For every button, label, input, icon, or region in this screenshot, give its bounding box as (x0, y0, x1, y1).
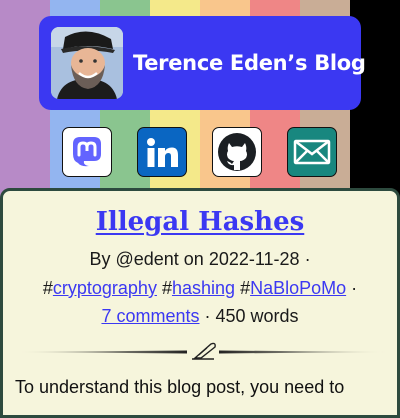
tag-nablopomo-link[interactable]: NaBloPoMo (250, 278, 346, 298)
linkedin-link[interactable] (137, 127, 187, 177)
email-link[interactable] (287, 127, 337, 177)
hash-symbol: # (42, 278, 53, 298)
avatar-photo-icon (51, 27, 123, 99)
by-label: By (89, 249, 116, 269)
hash-symbol: # (161, 278, 172, 298)
site-header-link[interactable]: Terence Eden’s Blog (39, 16, 366, 110)
post-title-link[interactable]: Illegal Hashes (3, 207, 397, 237)
post-intro-text: To understand this blog post, you need t… (15, 377, 345, 397)
word-count: · 450 words (199, 306, 299, 326)
separator: · (346, 278, 358, 298)
on-label: on (178, 249, 209, 269)
quill-pen-icon (192, 342, 216, 360)
post-byline: By @edent on 2022-11-28 · (3, 249, 397, 270)
email-icon (293, 139, 331, 165)
post-card: Illegal Hashes By @edent on 2022-11-28 ·… (0, 188, 400, 418)
avatar (51, 27, 123, 99)
section-divider (17, 342, 389, 360)
post-date: 2022-11-28 (208, 249, 300, 269)
tag-hashing-link[interactable]: hashing (172, 278, 235, 298)
linkedin-icon (147, 138, 178, 167)
hash-symbol: # (240, 278, 251, 298)
post-tags: #cryptography #hashing #NaBloPoMo · (3, 278, 397, 299)
post-stats: 7 comments · 450 words (3, 306, 397, 327)
author-name: @edent (115, 249, 179, 269)
social-links (0, 127, 400, 179)
mastodon-link[interactable] (62, 127, 112, 177)
mastodon-icon (73, 137, 101, 167)
github-icon (218, 133, 256, 171)
separator: · (299, 249, 311, 269)
site-title: Terence Eden’s Blog (133, 51, 366, 75)
tag-cryptography-link[interactable]: cryptography (53, 278, 157, 298)
github-link[interactable] (212, 127, 262, 177)
comments-link[interactable]: 7 comments (101, 306, 199, 326)
